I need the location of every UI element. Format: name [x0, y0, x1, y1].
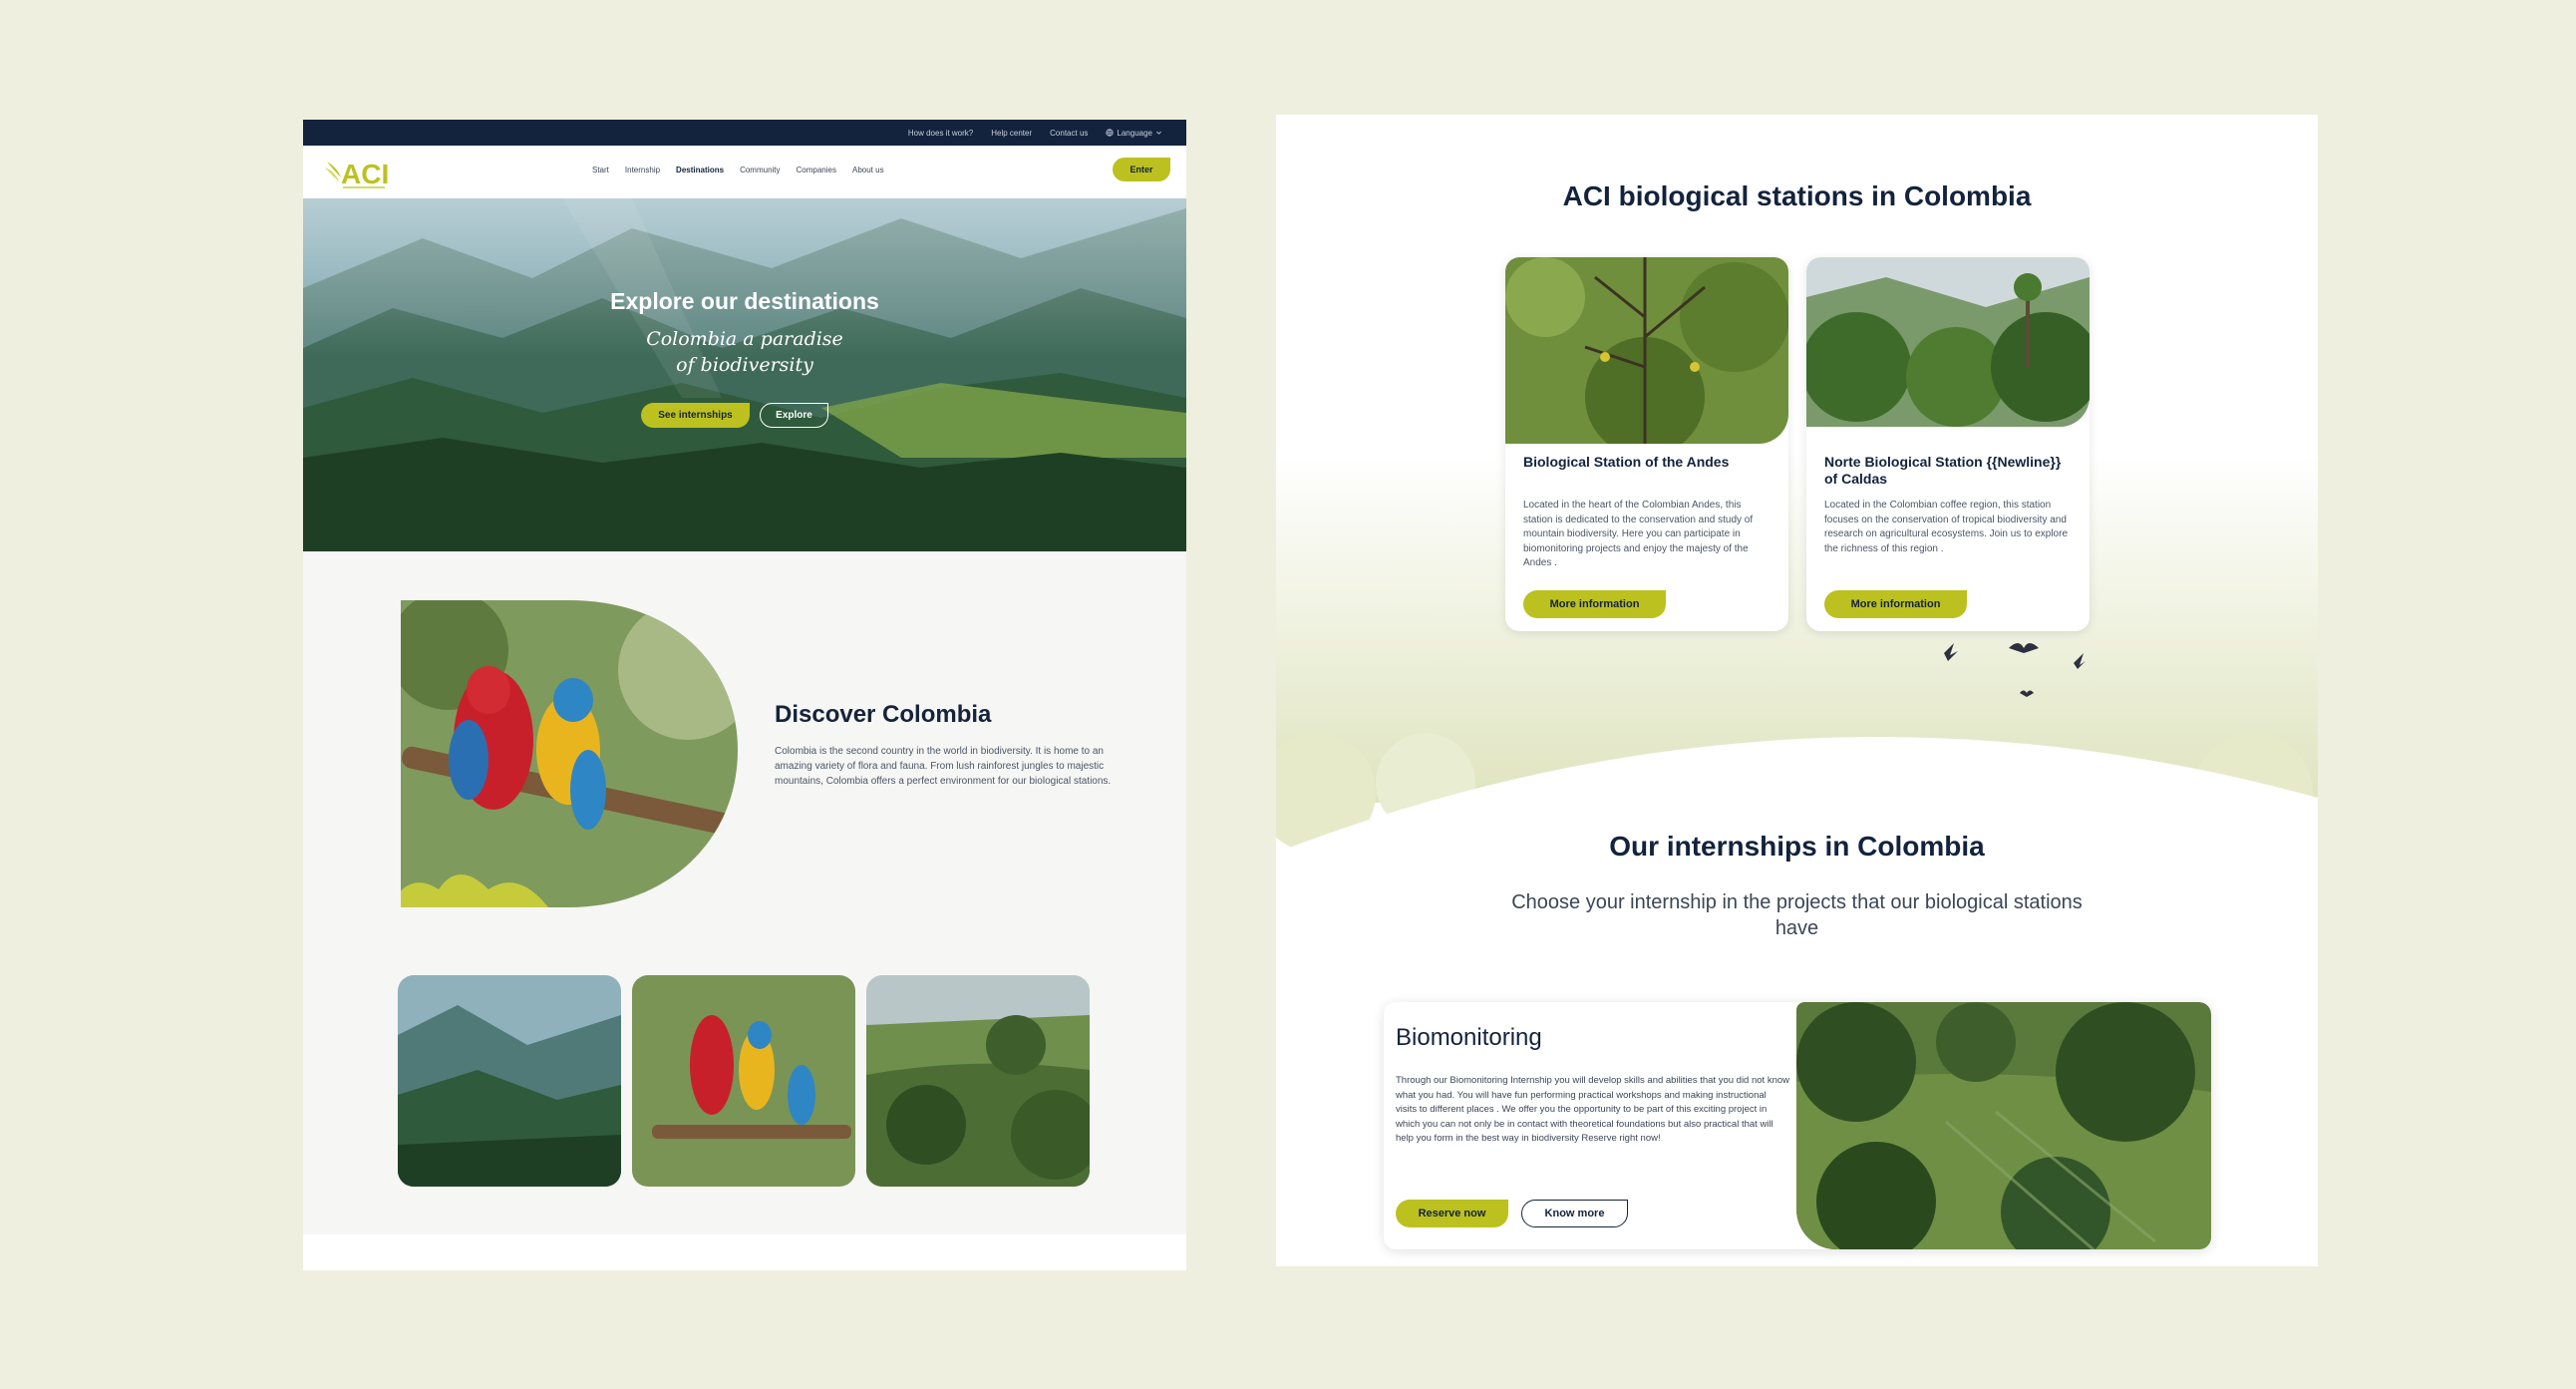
internships-subtitle: Choose your internship in the projects t…	[1511, 891, 2083, 939]
biomonitoring-title: Biomonitoring	[1396, 1024, 1542, 1051]
gallery-thumb-coffee-field[interactable]	[866, 975, 1090, 1187]
station-andes-title: Biological Station of the Andes	[1523, 454, 1730, 470]
destinations-page-mockup: How does it work? Help center Contact us…	[303, 120, 1186, 1270]
stations-title: ACI biological stations in Colombia	[1562, 180, 2032, 211]
station-caldas-more-info-button[interactable]: More information	[1824, 590, 1967, 618]
station-andes-photo	[1505, 257, 1788, 444]
svg-text:ACI: ACI	[341, 159, 389, 189]
station-andes-more-info-button[interactable]: More information	[1523, 590, 1666, 618]
station-andes-text: Located in the heart of the Colombian An…	[1523, 500, 1754, 568]
station-caldas-text: Located in the Colombian coffee region, …	[1824, 500, 2069, 554]
contact-us-link[interactable]: Contact us	[1050, 129, 1088, 138]
nav-item-community[interactable]: Community	[740, 166, 780, 174]
hero-section: Explore our destinations Colombia a para…	[303, 198, 1186, 551]
know-more-button[interactable]: Know more	[1521, 1200, 1628, 1227]
green-hills-background	[1276, 454, 2318, 952]
language-selector[interactable]: Language	[1106, 129, 1162, 138]
internships-title: Our internships in Colombia	[1609, 831, 1985, 862]
station-caldas-title: Norte Biological Station {{Newline}} of …	[1824, 454, 2062, 487]
hero-script-line-2: of biodiversity	[676, 354, 813, 376]
help-center-link[interactable]: Help center	[991, 129, 1032, 138]
nav-item-internship[interactable]: Internship	[625, 166, 660, 174]
language-label: Language	[1117, 128, 1152, 138]
station-card-caldas: Norte Biological Station {{Newline}} of …	[1806, 257, 2090, 631]
see-internships-button[interactable]: See internships	[641, 403, 750, 428]
hero-title: Explore our destinations	[610, 288, 879, 314]
nav-item-about-us[interactable]: About us	[852, 166, 884, 174]
bird-icon	[1944, 643, 2086, 697]
nav-links: Start Internship Destinations Community …	[592, 166, 884, 174]
gallery-thumb-mountains[interactable]	[398, 975, 621, 1187]
biomonitoring-card: Biomonitoring Through our Biomonitoring …	[1384, 1002, 2211, 1249]
station-caldas-photo	[1806, 257, 2090, 427]
chevron-down-icon	[1156, 131, 1161, 135]
how-it-works-link[interactable]: How does it work?	[908, 129, 973, 138]
hero-script-subtitle: Colombia a paradise of biodiversity	[303, 326, 1186, 378]
explore-button[interactable]: Explore	[760, 403, 828, 428]
discover-text: Colombia is the second country in the wo…	[775, 746, 1112, 787]
biomonitoring-text: Through our Biomonitoring Internship you…	[1396, 1075, 1789, 1144]
gallery-thumb-macaws[interactable]	[632, 975, 855, 1187]
hero-script-line-1: Colombia a paradise	[646, 328, 843, 350]
biomonitoring-photo	[1796, 1002, 2211, 1249]
station-card-andes: Biological Station of the Andes Located …	[1505, 257, 1788, 631]
macaw-photo	[389, 590, 743, 919]
globe-icon	[1106, 129, 1115, 137]
top-utility-bar: How does it work? Help center Contact us…	[303, 120, 1186, 146]
reserve-now-button[interactable]: Reserve now	[1396, 1200, 1508, 1227]
nav-item-companies[interactable]: Companies	[797, 166, 836, 174]
stations-page-mockup: ACI biological stations in Colombia Biol…	[1276, 115, 2318, 1266]
main-navigation: ACI Start Internship Destinations Commun…	[303, 146, 1186, 198]
enter-button[interactable]: Enter	[1113, 158, 1170, 181]
aci-logo[interactable]: ACI	[323, 154, 403, 191]
nav-item-start[interactable]: Start	[592, 166, 609, 174]
nav-item-destinations[interactable]: Destinations	[676, 166, 724, 174]
discover-title: Discover Colombia	[775, 701, 992, 728]
page-footer-strip	[303, 1234, 1186, 1270]
